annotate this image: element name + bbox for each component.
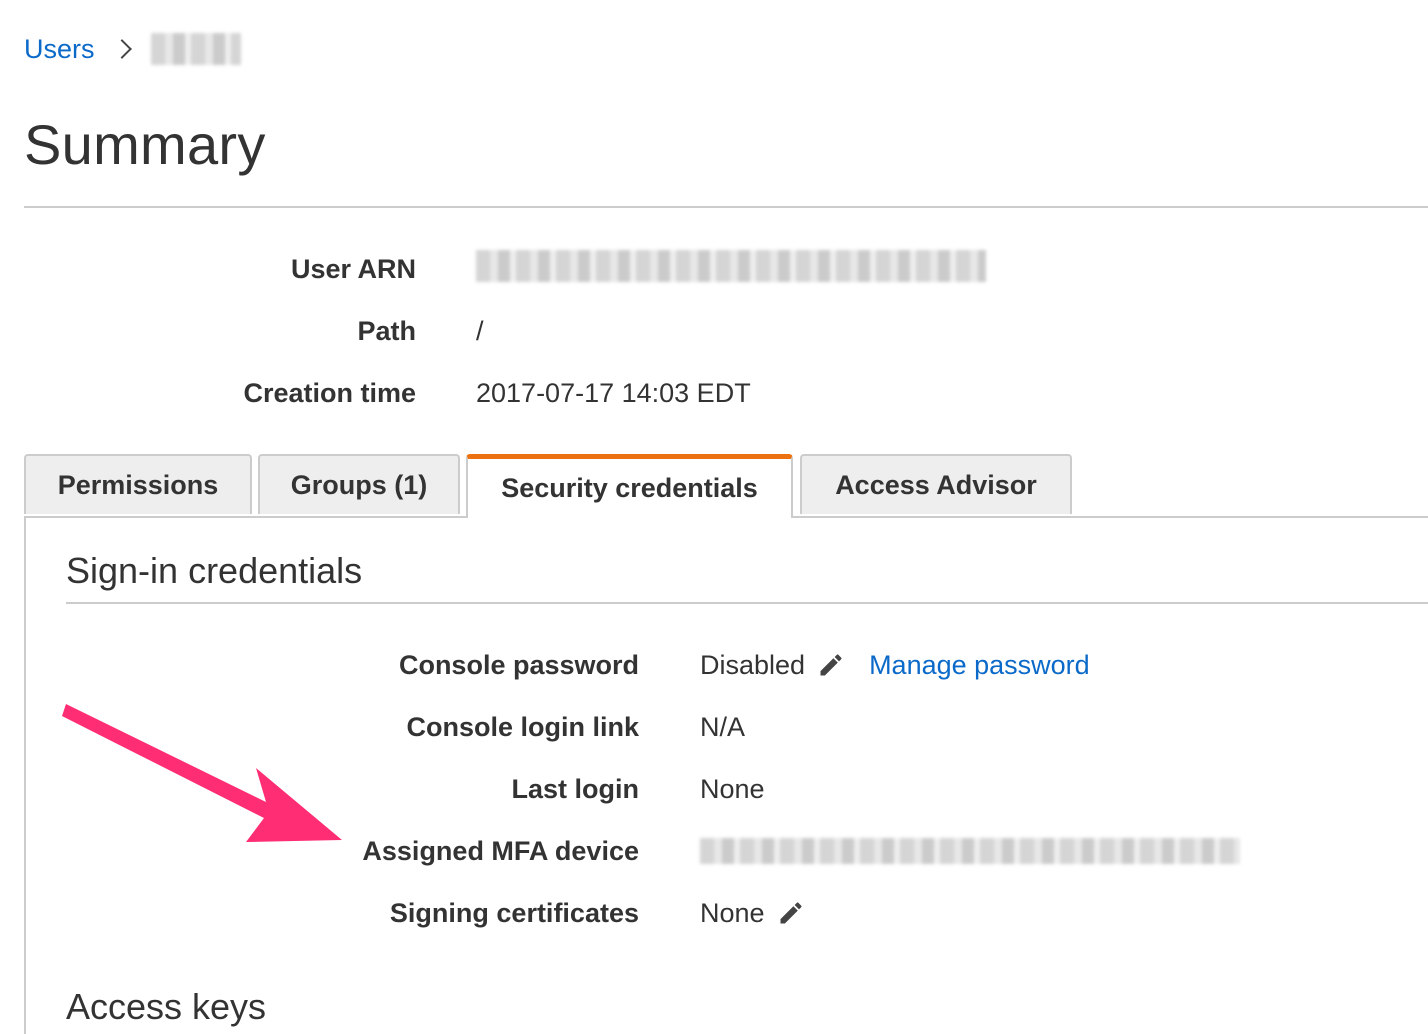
- signing-certificates-value: None: [700, 897, 765, 928]
- signing-certificates-label: Signing certificates: [389, 897, 639, 928]
- security-credentials-panel: Sign-in credentials Console password Dis…: [24, 516, 1428, 1034]
- user-arn-label: User ARN: [290, 253, 416, 284]
- last-login-label: Last login: [511, 773, 640, 804]
- signin-credentials-heading: Sign-in credentials: [66, 550, 363, 591]
- path-value: /: [476, 315, 484, 346]
- console-password-label: Console password: [398, 649, 639, 680]
- creation-time-value: 2017-07-17 14:03 EDT: [476, 377, 751, 408]
- tab-permissions[interactable]: Permissions: [24, 454, 252, 514]
- edit-console-password-pencil-icon[interactable]: [817, 651, 845, 679]
- summary-row-path: Path /: [0, 300, 1100, 362]
- console-password-value-group: Disabled Manage password: [700, 650, 1090, 681]
- user-arn-redacted: [476, 249, 986, 282]
- last-login-value: None: [700, 773, 765, 804]
- cred-row-console-password: Console password Disabled Manage passwor…: [26, 634, 1326, 696]
- assigned-mfa-device-label: Assigned MFA device: [362, 835, 639, 866]
- breadcrumb: Users: [24, 30, 241, 68]
- assigned-mfa-device-value: [700, 838, 1240, 864]
- creation-time-label: Creation time: [243, 377, 416, 408]
- tab-access-advisor[interactable]: Access Advisor: [800, 454, 1072, 514]
- cred-row-last-login: Last login None: [26, 758, 1326, 820]
- cred-row-console-login-link: Console login link N/A: [26, 696, 1326, 758]
- chevron-right-icon: [111, 39, 132, 59]
- signin-credentials-list: Console password Disabled Manage passwor…: [26, 634, 1326, 944]
- cred-row-signing-certificates: Signing certificates None: [26, 882, 1326, 944]
- manage-password-link[interactable]: Manage password: [869, 650, 1090, 681]
- path-label: Path: [357, 315, 416, 346]
- mfa-device-arn-redacted: [700, 838, 1240, 864]
- user-arn-value: [476, 249, 986, 289]
- summary-row-user-arn: User ARN: [0, 238, 1100, 300]
- tab-groups[interactable]: Groups (1): [258, 454, 460, 514]
- console-login-link-label: Console login link: [406, 711, 639, 742]
- summary-row-creation-time: Creation time 2017-07-17 14:03 EDT: [0, 362, 1100, 424]
- tab-security-credentials[interactable]: Security credentials: [466, 454, 793, 518]
- access-keys-heading: Access keys: [66, 986, 267, 1027]
- breadcrumb-current-user-redacted: [150, 33, 241, 65]
- tab-bar: Permissions Groups (1) Security credenti…: [24, 454, 1428, 518]
- cred-row-assigned-mfa-device: Assigned MFA device: [26, 820, 1326, 882]
- title-divider: [24, 206, 1428, 208]
- edit-signing-certificates-pencil-icon[interactable]: [777, 899, 805, 927]
- section-divider: [66, 602, 1428, 604]
- summary-details: User ARN Path / Creation time 2017-07-17…: [0, 238, 1100, 424]
- console-password-value: Disabled: [700, 649, 806, 680]
- breadcrumb-users-link[interactable]: Users: [24, 34, 95, 65]
- signing-certificates-value-group: None: [700, 898, 805, 929]
- console-login-link-value: N/A: [700, 711, 746, 742]
- page-title: Summary: [24, 113, 266, 176]
